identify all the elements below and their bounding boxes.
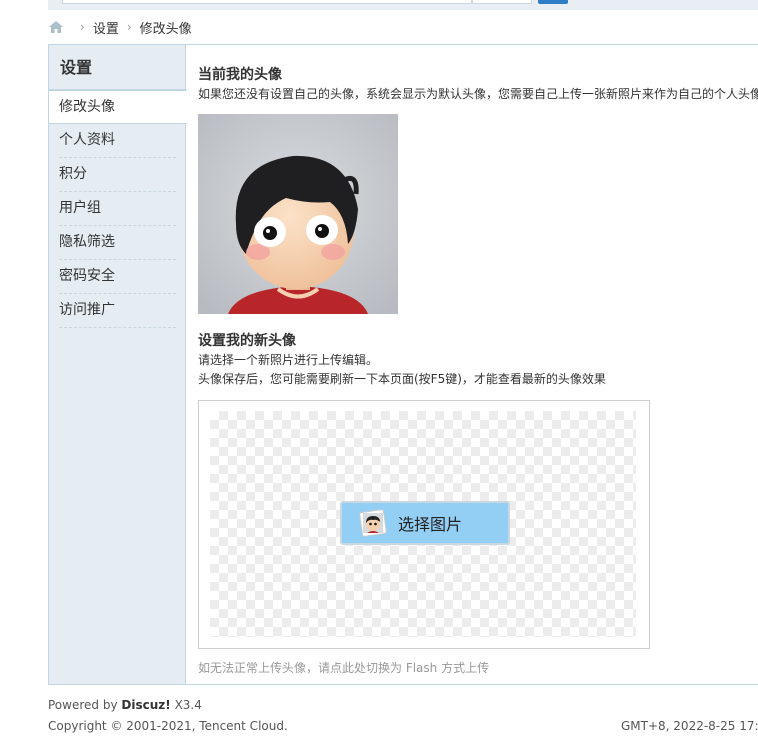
new-avatar-title: 设置我的新头像 xyxy=(198,333,296,349)
sidebar-item-privacy[interactable]: 隐私筛选 xyxy=(59,226,176,260)
select-image-label: 选择图片 xyxy=(398,515,463,534)
search-input[interactable] xyxy=(62,0,472,4)
sidebar-title: 设置 xyxy=(49,45,185,90)
powered-by-brand[interactable]: Discuz! xyxy=(121,698,170,712)
settings-panel: 设置 修改头像 个人资料 积分 用户组 隐私筛选 密码安全 访问推广 当前我的头… xyxy=(48,44,758,685)
avatar-thumb-icon xyxy=(359,509,387,537)
breadcrumb-separator: › xyxy=(80,20,85,34)
default-avatar-illustration xyxy=(198,114,398,314)
current-avatar-description: 如果您还没有设置自己的头像，系统会显示为默认头像，您需要自己上传一张新照片来作为… xyxy=(198,87,758,101)
powered-by-prefix: Powered by xyxy=(48,698,118,712)
select-image-button[interactable]: 选择图片 xyxy=(340,501,510,545)
current-avatar-image xyxy=(198,114,398,314)
flash-upload-link[interactable]: 如无法正常上传头像，请点此处切换为 Flash 方式上传 xyxy=(198,659,489,676)
sidebar-item-avatar[interactable]: 修改头像 xyxy=(49,90,187,124)
breadcrumb-separator: › xyxy=(126,20,132,34)
new-avatar-refresh-note: 头像保存后，您可能需要刷新一下本页面(按F5键)，才能查看最新的头像效果 xyxy=(198,372,606,386)
current-avatar-title: 当前我的头像 xyxy=(198,67,282,83)
powered-by-version: X3.4 xyxy=(174,698,202,712)
sidebar-item-profile[interactable]: 个人资料 xyxy=(59,124,176,158)
breadcrumb-item-settings[interactable]: 设置 xyxy=(93,18,119,37)
footer-copyright: Copyright © 2001-2021, Tencent Cloud. xyxy=(48,719,288,733)
footer-powered-by: Powered by Discuz! X3.4 xyxy=(48,698,202,712)
sidebar-item-promotion[interactable]: 访问推广 xyxy=(59,294,176,328)
home-icon[interactable] xyxy=(48,20,64,34)
sidebar-item-usergroup[interactable]: 用户组 xyxy=(59,192,176,226)
new-avatar-instruction: 请选择一个新照片进行上传编辑。 xyxy=(198,353,379,367)
sidebar: 设置 修改头像 个人资料 积分 用户组 隐私筛选 密码安全 访问推广 xyxy=(49,45,187,684)
main-content: 当前我的头像 如果您还没有设置自己的头像，系统会显示为默认头像，您需要自己上传一… xyxy=(198,45,758,684)
site-watermark-logo xyxy=(662,706,754,737)
search-button[interactable] xyxy=(538,0,568,4)
avatar-upload-area[interactable]: 选择图片 xyxy=(198,400,650,649)
sidebar-item-password[interactable]: 密码安全 xyxy=(59,260,176,294)
breadcrumb: › 设置 › 修改头像 xyxy=(48,17,192,37)
search-type-select[interactable] xyxy=(472,0,532,4)
top-header-bar xyxy=(48,0,758,10)
sidebar-item-credits[interactable]: 积分 xyxy=(59,158,176,192)
breadcrumb-item-current[interactable]: 修改头像 xyxy=(140,18,192,37)
sidebar-menu: 修改头像 个人资料 积分 用户组 隐私筛选 密码安全 访问推广 xyxy=(49,90,187,328)
